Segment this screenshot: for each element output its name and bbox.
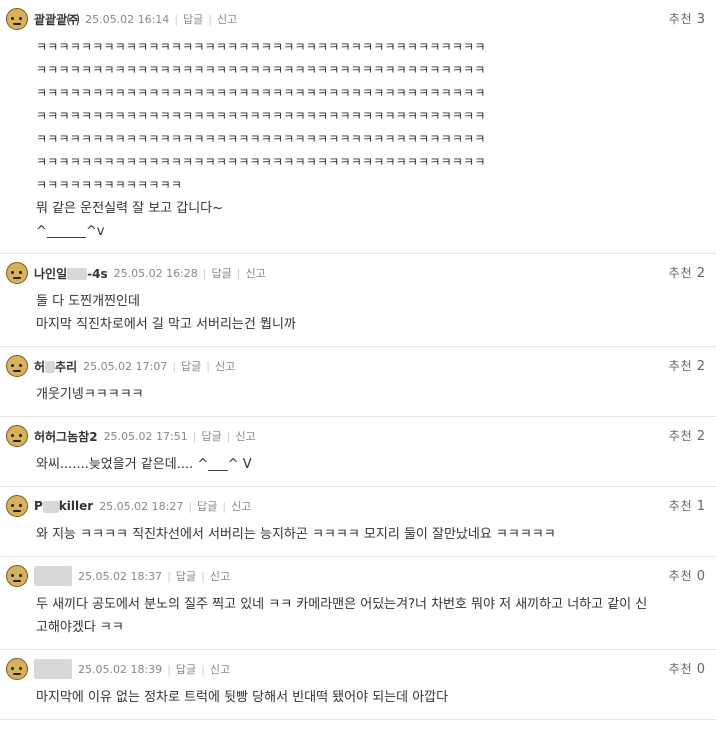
redacted-blur — [34, 566, 72, 586]
comment-item: 허허그놈참2 25.05.02 17:51 | 답글 | 신고 추천 2 와씨......… — [0, 417, 716, 487]
comment-text-line: ㅋㅋㅋㅋㅋㅋㅋㅋㅋㅋㅋㅋㅋㅋㅋㅋㅋㅋㅋㅋㅋㅋㅋㅋㅋㅋㅋㅋㅋㅋㅋㅋㅋㅋㅋㅋㅋㅋㅋㅋ — [36, 155, 486, 169]
comment-body: 와씨.......늦었을거 같은데.... ^___^ V — [6, 453, 708, 476]
comment-text-line: ㅋㅋㅋㅋㅋㅋㅋㅋㅋㅋㅋㅋㅋㅋㅋㅋㅋㅋㅋㅋㅋㅋㅋㅋㅋㅋㅋㅋㅋㅋㅋㅋㅋㅋㅋㅋㅋㅋㅋㅋ — [36, 86, 486, 100]
comment-date: 25.05.02 18:39 — [78, 663, 163, 676]
user-avatar-icon[interactable] — [6, 355, 28, 377]
redacted-blur — [67, 268, 88, 280]
recommend-count: 2 — [696, 359, 706, 374]
comment-date: 25.05.02 18:37 — [78, 570, 163, 583]
reply-link[interactable]: 답글 — [183, 13, 203, 26]
user-avatar-icon[interactable] — [6, 495, 28, 517]
comment-nickname[interactable]: 괕괕괕㈜ — [34, 11, 79, 28]
comment-text-line: 둘 다 도찐개찐인데 — [36, 294, 140, 309]
recommend-count: 0 — [696, 569, 706, 584]
comment-nickname[interactable]: 나인일 -4s — [34, 265, 108, 282]
comment-body: ㅋㅋㅋㅋㅋㅋㅋㅋㅋㅋㅋㅋㅋㅋㅋㅋㅋㅋㅋㅋㅋㅋㅋㅋㅋㅋㅋㅋㅋㅋㅋㅋㅋㅋㅋㅋㅋㅋㅋㅋ… — [6, 36, 708, 243]
recommend-button[interactable]: 추천 2 — [669, 264, 706, 281]
recommend-button[interactable]: 추천 2 — [669, 427, 706, 444]
comment-nickname[interactable]: 허허그놈참2 — [34, 428, 98, 445]
comment-date: 25.05.02 17:51 — [103, 430, 188, 443]
comment-item: 괕괕괕㈜ 25.05.02 16:14 | 답글 | 신고 추천 3 ㅋㅋㅋㅋㅋㅋㅋㅋㅋㅋ… — [0, 0, 716, 254]
comment-text-line: ㅋㅋㅋㅋㅋㅋㅋㅋㅋㅋㅋㅋㅋㅋㅋㅋㅋㅋㅋㅋㅋㅋㅋㅋㅋㅋㅋㅋㅋㅋㅋㅋㅋㅋㅋㅋㅋㅋㅋㅋ — [36, 132, 486, 146]
comment-nickname[interactable] — [34, 659, 72, 679]
comment-text-line: 와 지능 ㅋㅋㅋㅋ 직진차선에서 서버리는 능지하곤 ㅋㅋㅋㅋ 모지리 둘이 잘… — [36, 527, 556, 542]
reply-link[interactable]: 답글 — [176, 663, 196, 676]
comment-date: 25.05.02 18:27 — [99, 500, 184, 513]
comment-date: 25.05.02 16:14 — [85, 13, 170, 26]
recommend-button[interactable]: 추천 1 — [669, 497, 706, 514]
user-avatar-icon[interactable] — [6, 658, 28, 680]
comment-text-line: ㅋㅋㅋㅋㅋㅋㅋㅋㅋㅋㅋㅋㅋ — [36, 178, 183, 192]
comment-text-line: 두 새끼다 공도에서 분노의 질주 찍고 있네 ㅋㅋ 카메라맨은 어딨는겨?너 … — [36, 597, 648, 612]
user-avatar-icon[interactable] — [6, 8, 28, 30]
comment-body: 개웃기넹ㅋㅋㅋㅋㅋ — [6, 383, 708, 406]
recommend-button[interactable]: 추천 0 — [669, 567, 706, 584]
reply-link[interactable]: 답글 — [212, 267, 232, 280]
comment-date: 25.05.02 17:07 — [83, 360, 168, 373]
recommend-button[interactable]: 추천 3 — [669, 10, 706, 27]
comment-item: 나인일 -4s 25.05.02 16:28 | 답글 | 신고 추천 2 둘 다 도찐개찐… — [0, 254, 716, 347]
recommend-count: 1 — [696, 499, 706, 514]
comment-text-line: 개웃기넹ㅋㅋㅋㅋㅋ — [36, 387, 144, 402]
comment-text-line: 마지막 직진차로에서 길 막고 서버리는건 뭡니까 — [36, 317, 296, 332]
recommend-count: 2 — [696, 266, 706, 281]
comment-nickname[interactable]: 허 추리 — [34, 358, 77, 375]
report-link[interactable]: 신고 — [210, 663, 230, 676]
redacted-blur — [34, 659, 72, 679]
comment-body: 와 지능 ㅋㅋㅋㅋ 직진차선에서 서버리는 능지하곤 ㅋㅋㅋㅋ 모지리 둘이 잘… — [6, 523, 708, 546]
comment-text-line: ㅋㅋㅋㅋㅋㅋㅋㅋㅋㅋㅋㅋㅋㅋㅋㅋㅋㅋㅋㅋㅋㅋㅋㅋㅋㅋㅋㅋㅋㅋㅋㅋㅋㅋㅋㅋㅋㅋㅋㅋ — [36, 40, 486, 54]
comment-text-line: ㅋㅋㅋㅋㅋㅋㅋㅋㅋㅋㅋㅋㅋㅋㅋㅋㅋㅋㅋㅋㅋㅋㅋㅋㅋㅋㅋㅋㅋㅋㅋㅋㅋㅋㅋㅋㅋㅋㅋㅋ — [36, 63, 486, 77]
comment-item: 허 추리 25.05.02 17:07 | 답글 | 신고 추천 2 개웃기넹ㅋㅋㅋㅋㅋ — [0, 347, 716, 417]
report-link[interactable]: 신고 — [231, 500, 251, 513]
recommend-count: 2 — [696, 429, 706, 444]
user-avatar-icon[interactable] — [6, 262, 28, 284]
recommend-count: 3 — [696, 12, 706, 27]
recommend-label: 추천 — [668, 359, 693, 373]
comment-text-line: 와씨.......늦었을거 같은데.... ^___^ V — [36, 457, 252, 472]
recommend-label: 추천 — [668, 12, 693, 26]
reply-link[interactable]: 답글 — [201, 430, 221, 443]
report-link[interactable]: 신고 — [245, 267, 265, 280]
recommend-label: 추천 — [668, 569, 693, 583]
comment-text-line: ㅋㅋㅋㅋㅋㅋㅋㅋㅋㅋㅋㅋㅋㅋㅋㅋㅋㅋㅋㅋㅋㅋㅋㅋㅋㅋㅋㅋㅋㅋㅋㅋㅋㅋㅋㅋㅋㅋㅋㅋ — [36, 109, 486, 123]
recommend-label: 추천 — [668, 499, 693, 513]
comment-list: 괕괕괕㈜ 25.05.02 16:14 | 답글 | 신고 추천 3 ㅋㅋㅋㅋㅋㅋㅋㅋㅋㅋ… — [0, 0, 716, 720]
reply-link[interactable]: 답글 — [176, 570, 196, 583]
report-link[interactable]: 신고 — [210, 570, 230, 583]
comment-text-line: 뭐 같은 운전실력 잘 보고 갑니다~ — [36, 201, 224, 216]
user-avatar-icon[interactable] — [6, 425, 28, 447]
redacted-blur — [45, 361, 56, 373]
comment-nickname[interactable]: Pkiller — [34, 499, 93, 513]
report-link[interactable]: 신고 — [235, 430, 255, 443]
recommend-label: 추천 — [668, 662, 693, 676]
report-link[interactable]: 신고 — [217, 13, 237, 26]
recommend-button[interactable]: 추천 0 — [669, 660, 706, 677]
comment-body: 두 새끼다 공도에서 분노의 질주 찍고 있네 ㅋㅋ 카메라맨은 어딨는겨?너 … — [6, 593, 708, 639]
comment-item: 25.05.02 18:37 | 답글 | 신고 추천 0 두 새끼다 공도에서 분노의 … — [0, 557, 716, 650]
comment-text-line: 마지막에 이유 없는 정차로 트럭에 뒷빵 당해서 빈대떡 됐어야 되는데 아깝… — [36, 690, 449, 705]
comment-item: Pkiller 25.05.02 18:27 | 답글 | 신고 추천 1 와 지능 ㅋㅋ… — [0, 487, 716, 557]
comment-text-line: ^______^v — [36, 224, 105, 239]
recommend-button[interactable]: 추천 2 — [669, 357, 706, 374]
recommend-count: 0 — [696, 662, 706, 677]
comment-date: 25.05.02 16:28 — [113, 267, 198, 280]
report-link[interactable]: 신고 — [215, 360, 235, 373]
reply-link[interactable]: 답글 — [181, 360, 201, 373]
comment-nickname[interactable] — [34, 566, 72, 586]
comment-body: 마지막에 이유 없는 정차로 트럭에 뒷빵 당해서 빈대떡 됐어야 되는데 아깝… — [6, 686, 708, 709]
recommend-label: 추천 — [668, 266, 693, 280]
comment-item: 25.05.02 18:39 | 답글 | 신고 추천 0 마지막에 이유 없는 정차로 … — [0, 650, 716, 720]
recommend-label: 추천 — [668, 429, 693, 443]
reply-link[interactable]: 답글 — [197, 500, 217, 513]
comment-body: 둘 다 도찐개찐인데 마지막 직진차로에서 길 막고 서버리는건 뭡니까 — [6, 290, 708, 336]
comment-text-line: 고해야겠다 ㅋㅋ — [36, 620, 124, 635]
user-avatar-icon[interactable] — [6, 565, 28, 587]
redacted-blur — [42, 500, 59, 513]
